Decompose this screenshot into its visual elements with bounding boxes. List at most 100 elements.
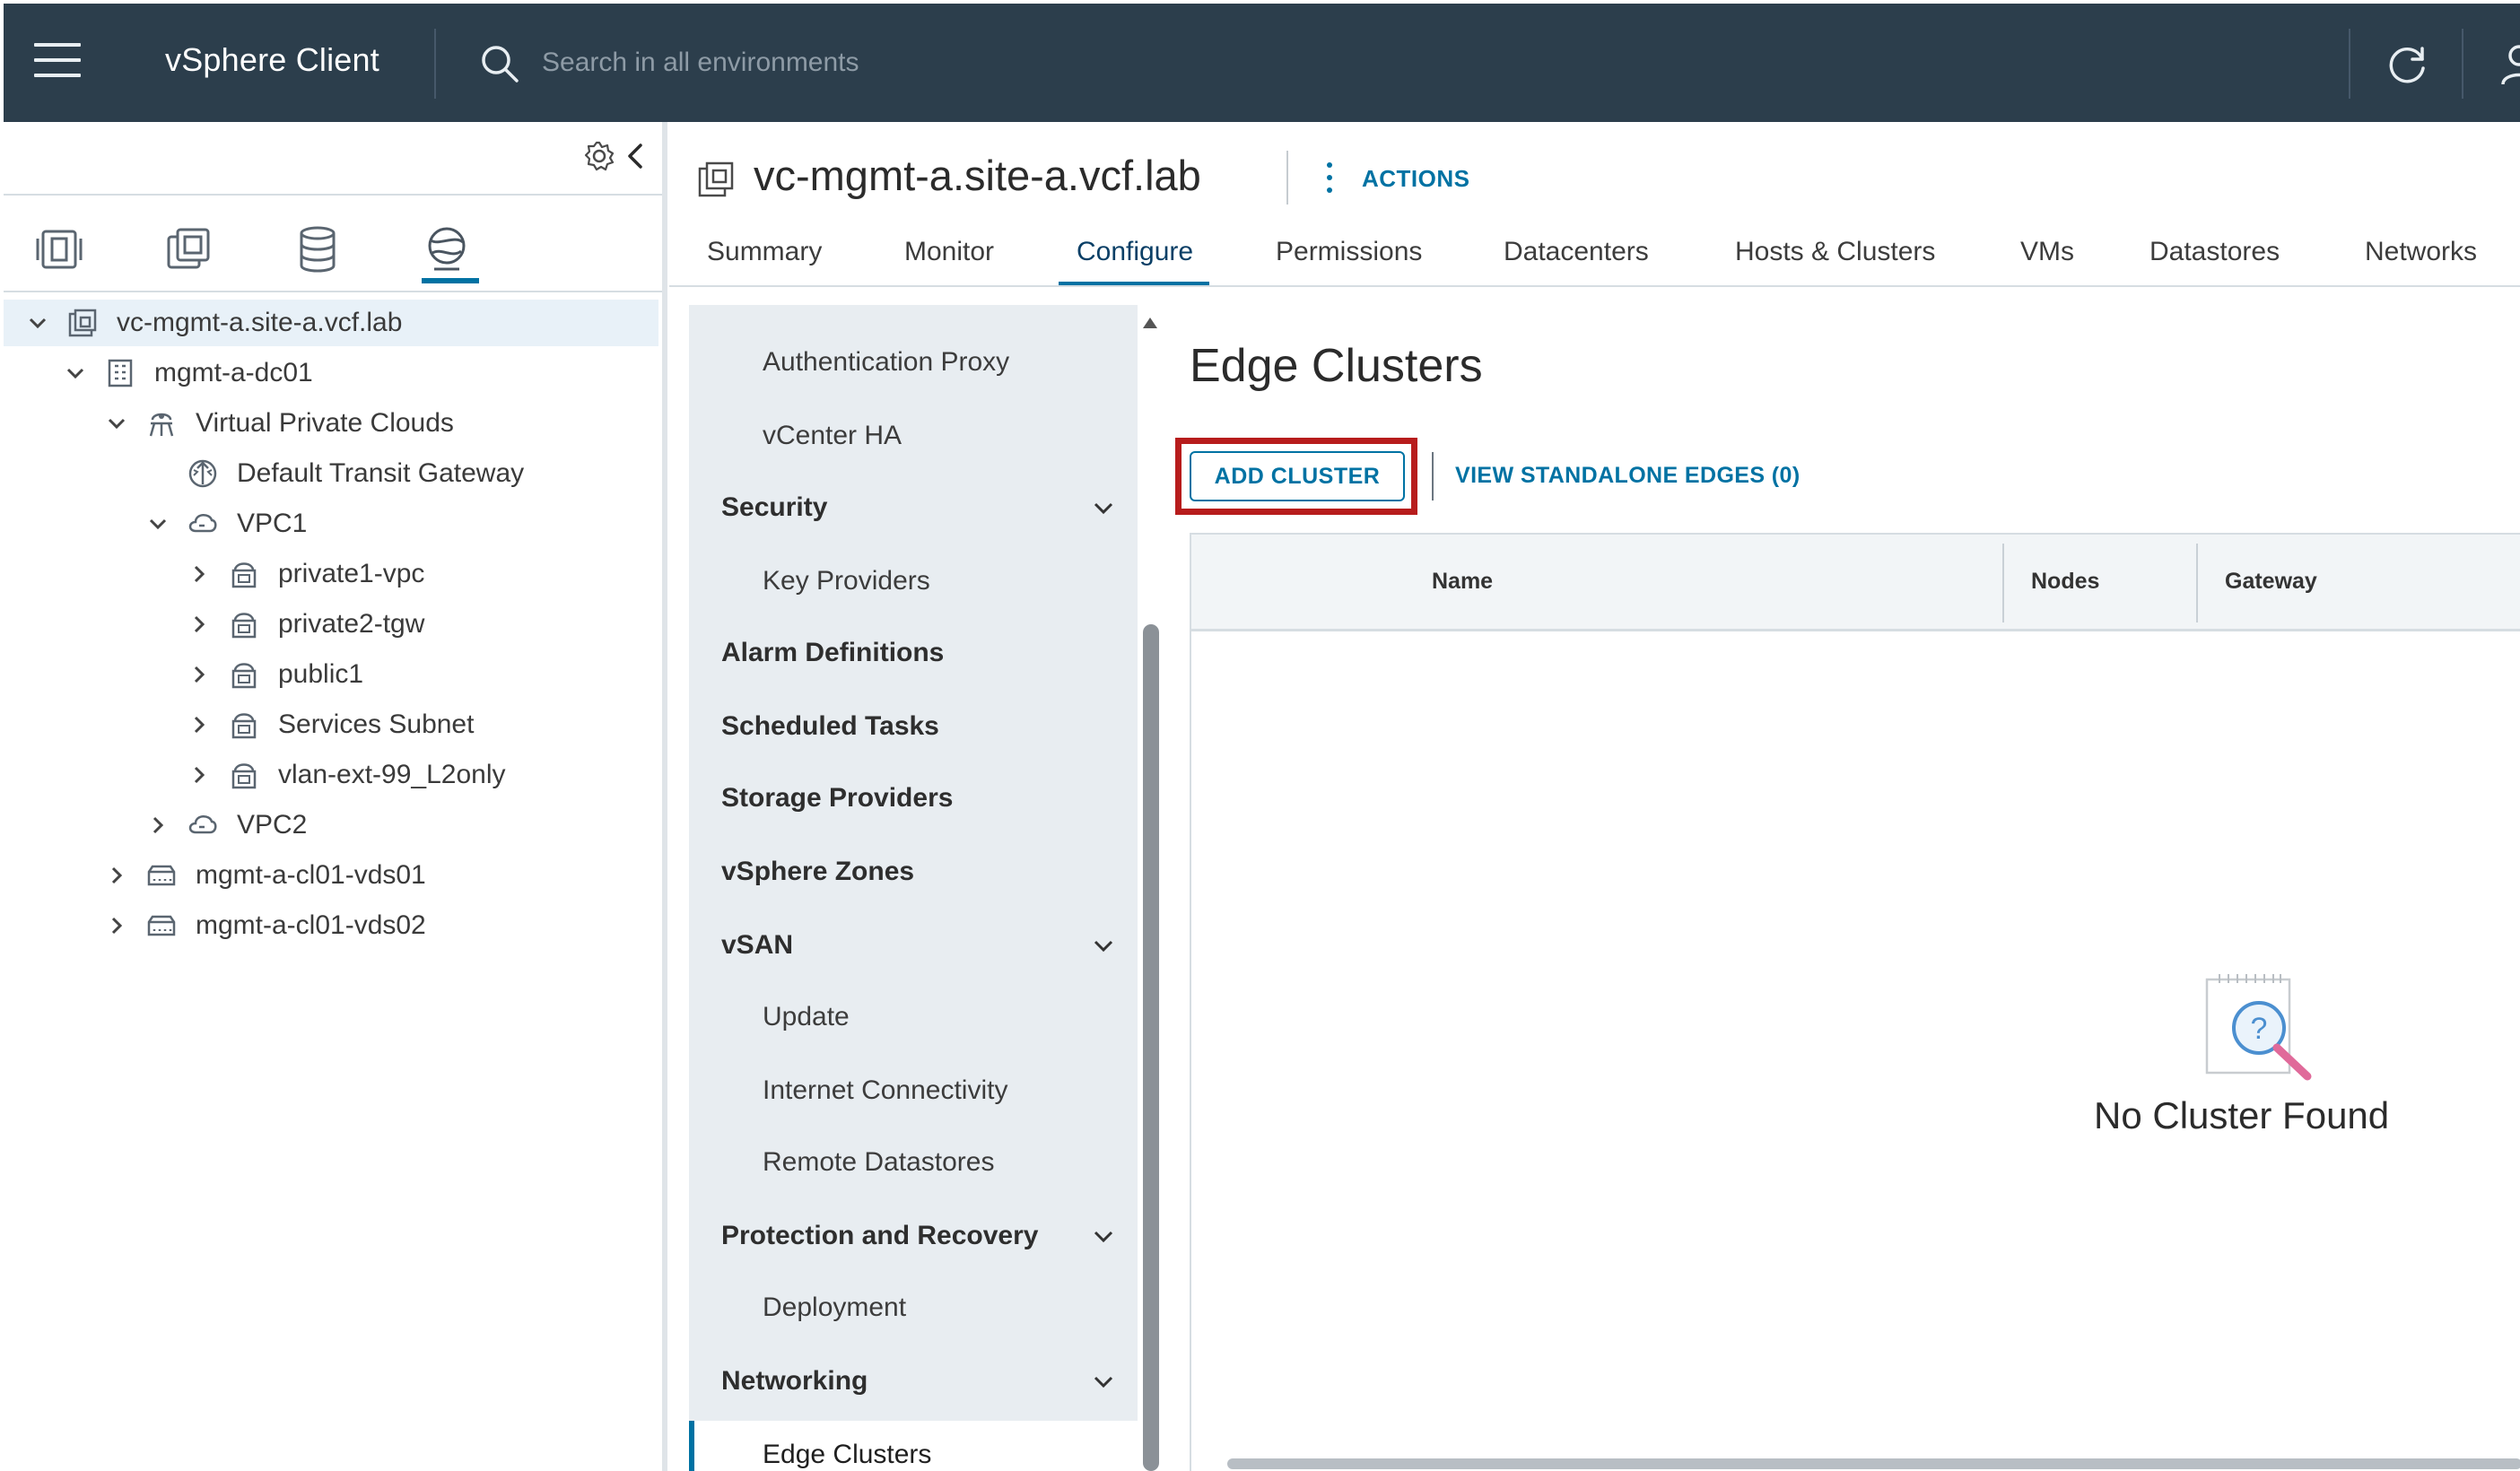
settings-item-update[interactable]: Update <box>689 983 1138 1051</box>
column-header-name[interactable]: Name <box>1432 569 1493 595</box>
chevron-down-icon[interactable] <box>1091 933 1116 958</box>
tab-monitor[interactable]: Monitor <box>904 226 994 287</box>
tab-summary[interactable]: Summary <box>707 226 822 287</box>
title-divider <box>1286 151 1288 205</box>
chevron-right-icon[interactable] <box>187 561 212 587</box>
chevron-down-icon[interactable] <box>1091 1223 1116 1249</box>
vpc-icon <box>188 815 217 834</box>
app-title[interactable]: vSphere Client <box>165 41 379 79</box>
column-resize-handle[interactable] <box>2002 544 2004 622</box>
tab-vms[interactable]: VMs <box>2020 226 2074 287</box>
navigator-divider <box>4 194 662 196</box>
column-resize-handle[interactable] <box>2196 544 2198 622</box>
tree-item-private2-tgw[interactable]: private2-tgw <box>187 601 424 648</box>
tree-item-default-transit-gateway[interactable]: Default Transit Gateway <box>187 450 524 497</box>
settings-group-vsan[interactable]: vSAN <box>689 911 1138 979</box>
vcenter-icon <box>698 161 734 197</box>
refresh-icon[interactable] <box>2383 39 2431 88</box>
settings-group-alarm-definitions[interactable]: Alarm Definitions <box>689 619 1138 687</box>
search-document-icon: ? <box>2205 974 2312 1081</box>
scroll-up-arrow-icon[interactable] <box>1142 316 1158 330</box>
tab-configure[interactable]: Configure <box>1059 226 1210 287</box>
chevron-down-icon[interactable] <box>145 511 170 536</box>
chevron-right-icon[interactable] <box>104 913 129 938</box>
settings-item-deployment[interactable]: Deployment <box>689 1274 1138 1342</box>
settings-group-scheduled-tasks[interactable]: Scheduled Tasks <box>689 692 1138 761</box>
chevron-right-icon[interactable] <box>104 863 129 888</box>
settings-item-authentication-proxy[interactable]: Authentication Proxy <box>689 328 1138 396</box>
tree-item-datacenter[interactable]: mgmt-a-dc01 <box>63 350 313 396</box>
settings-group-protection-recovery[interactable]: Protection and Recovery <box>689 1202 1138 1270</box>
chevron-right-icon[interactable] <box>187 712 212 737</box>
tree-item-vlan-ext-99[interactable]: vlan-ext-99_L2only <box>187 752 506 798</box>
navigator-divider <box>4 291 662 292</box>
tree-item-label: private2-tgw <box>278 609 425 639</box>
chevron-down-icon[interactable] <box>63 361 88 386</box>
vcenter-icon <box>68 309 97 337</box>
collapse-panel-icon[interactable] <box>623 142 648 170</box>
search-icon[interactable] <box>479 43 520 84</box>
column-header-nodes[interactable]: Nodes <box>2031 569 2099 595</box>
storage-tab[interactable] <box>292 224 350 283</box>
hamburger-menu-icon[interactable] <box>34 43 81 83</box>
settings-item-edge-clusters[interactable]: Edge Clusters <box>689 1421 1138 1471</box>
actions-button[interactable]: ACTIONS <box>1362 165 1470 193</box>
add-cluster-button[interactable]: ADD CLUSTER <box>1190 451 1405 501</box>
header-divider <box>2349 29 2350 99</box>
grid-horizontal-scrollbar[interactable] <box>1227 1458 2520 1469</box>
tree-item-label: VPC1 <box>237 509 308 538</box>
column-header-gateway[interactable]: Gateway <box>2225 569 2317 595</box>
tree-item-label: mgmt-a-dc01 <box>154 358 313 387</box>
chevron-down-icon[interactable] <box>1091 495 1116 520</box>
settings-group-vsphere-zones[interactable]: vSphere Zones <box>689 838 1138 906</box>
tree-item-public1[interactable]: public1 <box>187 651 363 698</box>
tree-item-vds01[interactable]: mgmt-a-cl01-vds01 <box>104 852 426 899</box>
chevron-down-icon[interactable] <box>104 411 129 436</box>
tree-item-vcenter[interactable]: vc-mgmt-a.site-a.vcf.lab <box>4 300 658 346</box>
settings-item-key-providers[interactable]: Key Providers <box>689 547 1138 615</box>
settings-item-vcenter-ha[interactable]: vCenter HA <box>689 402 1138 470</box>
tree-item-services-subnet[interactable]: Services Subnet <box>187 701 474 748</box>
tree-item-virtual-private-clouds[interactable]: Virtual Private Clouds <box>104 400 454 447</box>
object-title: vc-mgmt-a.site-a.vcf.lab <box>754 152 1201 199</box>
settings-group-security[interactable]: Security <box>689 474 1138 542</box>
switch-icon <box>147 865 176 886</box>
tree-item-vds02[interactable]: mgmt-a-cl01-vds02 <box>104 902 426 949</box>
vms-templates-tab[interactable] <box>163 224 221 283</box>
vertical-ellipsis-icon[interactable] <box>1322 160 1337 196</box>
chevron-right-icon[interactable] <box>187 662 212 687</box>
settings-item-remote-datastores[interactable]: Remote Datastores <box>689 1128 1138 1197</box>
settings-scrollbar-thumb[interactable] <box>1143 624 1159 1471</box>
hosts-clusters-tab[interactable] <box>34 224 92 283</box>
chevron-right-icon[interactable] <box>187 612 212 637</box>
vpc-group-icon <box>149 413 174 437</box>
user-icon[interactable] <box>2499 39 2520 88</box>
gear-icon[interactable] <box>583 140 615 172</box>
settings-group-networking[interactable]: Networking <box>689 1347 1138 1415</box>
tab-permissions[interactable]: Permissions <box>1276 226 1422 287</box>
tab-datacenters[interactable]: Datacenters <box>1504 226 1649 287</box>
settings-group-label: Alarm Definitions <box>721 638 945 667</box>
tab-hosts-clusters[interactable]: Hosts & Clusters <box>1735 226 1935 287</box>
subnet-icon <box>231 663 257 689</box>
header-divider <box>434 29 436 99</box>
chevron-right-icon[interactable] <box>145 813 170 838</box>
tree-item-label: private1-vpc <box>278 559 425 588</box>
tree-item-label: mgmt-a-cl01-vds01 <box>196 860 426 890</box>
tree-item-vpc1[interactable]: VPC1 <box>145 500 307 547</box>
settings-group-storage-providers[interactable]: Storage Providers <box>689 764 1138 832</box>
chevron-down-icon[interactable] <box>25 310 50 335</box>
tree-item-private1-vpc[interactable]: private1-vpc <box>187 551 424 597</box>
tab-networks[interactable]: Networks <box>2365 226 2477 287</box>
settings-item-label: vCenter HA <box>763 421 902 450</box>
configure-settings-list: Authentication Proxy vCenter HA Security… <box>689 305 1138 1471</box>
view-standalone-edges-link[interactable]: VIEW STANDALONE EDGES (0) <box>1455 463 1801 489</box>
panel-splitter[interactable] <box>662 122 667 1471</box>
settings-item-internet-connectivity[interactable]: Internet Connectivity <box>689 1057 1138 1125</box>
tree-item-vpc2[interactable]: VPC2 <box>145 802 307 849</box>
search-input[interactable] <box>542 38 1260 88</box>
chevron-down-icon[interactable] <box>1091 1369 1116 1394</box>
chevron-right-icon[interactable] <box>187 762 212 788</box>
networking-tab[interactable] <box>422 224 479 283</box>
tab-datastores[interactable]: Datastores <box>2149 226 2280 287</box>
